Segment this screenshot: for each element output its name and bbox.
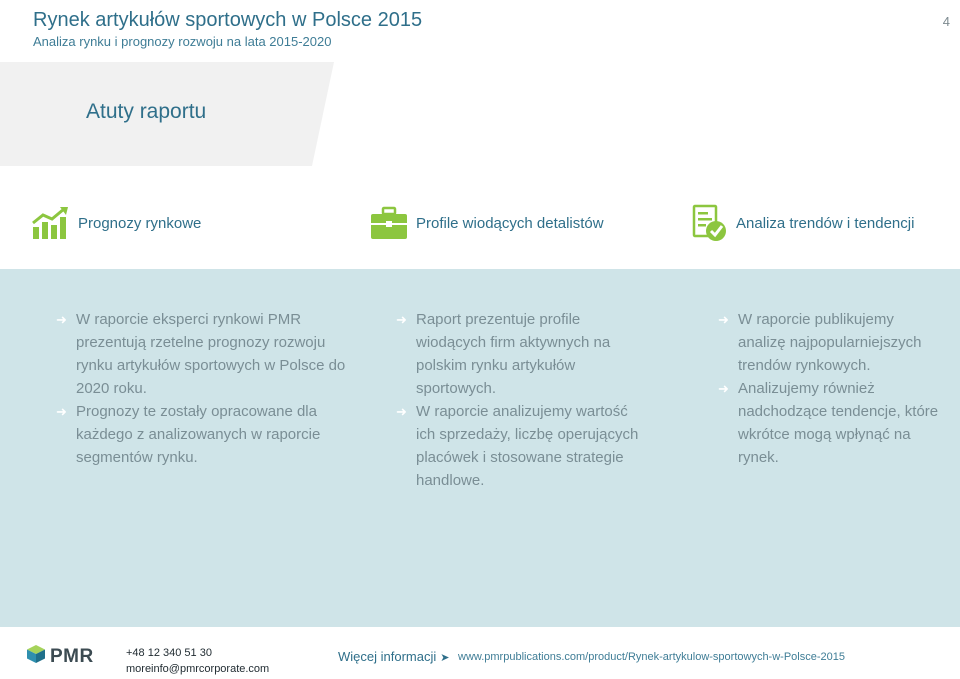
email-link[interactable]: moreinfo@pmrcorporate.com [126, 661, 269, 677]
list-item: ➜ Analizujemy również nadchodzące tenden… [718, 377, 943, 469]
report-subtitle: Analiza rynku i prognozy rozwoju na lata… [33, 34, 332, 49]
column-trends: ➜ W raporcie publikujemy analizę najpopu… [718, 308, 943, 469]
section-title: Atuty raportu [86, 100, 207, 123]
list-item: ➜ Raport prezentuje profile wiodących fi… [396, 308, 646, 400]
product-url-link[interactable]: www.pmrpublications.com/product/Rynek-ar… [458, 651, 845, 663]
document-check-icon [692, 204, 728, 242]
pmr-logo: PMR [26, 644, 94, 669]
feature-label: Analiza trendów i tendencji [736, 214, 915, 232]
page-number: 4 [942, 14, 950, 29]
column-forecasts: ➜ W raporcie eksperci rynkowi PMR prezen… [56, 308, 356, 469]
column-retailers: ➜ Raport prezentuje profile wiodących fi… [396, 308, 646, 492]
chevron-right-icon: ➤ [440, 652, 450, 664]
list-item: ➜ W raporcie analizujemy wartość ich spr… [396, 400, 646, 492]
list-item: ➜ W raporcie eksperci rynkowi PMR prezen… [56, 308, 356, 400]
feature-retailers: Profile wiodących detalistów [370, 203, 604, 243]
phone-number: +48 12 340 51 30 [126, 647, 212, 659]
feature-forecasts: Prognozy rynkowe [30, 203, 201, 243]
feature-label: Prognozy rynkowe [78, 214, 202, 232]
arrow-right-icon: ➜ [56, 404, 67, 419]
feature-trends: Analiza trendów i tendencji [692, 203, 914, 243]
arrow-right-icon: ➜ [718, 381, 729, 396]
arrow-right-icon: ➜ [396, 312, 407, 327]
feature-label: Profile wiodących detalistów [416, 214, 604, 232]
section-band-cutout [312, 62, 960, 166]
chart-growth-icon [30, 205, 70, 241]
more-info-link[interactable]: Więcej informacji ➤ [338, 649, 449, 664]
list-item: ➜ W raporcie publikujemy analizę najpopu… [718, 308, 943, 377]
report-title: Rynek artykułów sportowych w Polsce 2015 [33, 9, 423, 31]
contact-info: +48 12 340 51 30 moreinfo@pmrcorporate.c… [126, 645, 269, 677]
header: Rynek artykułów sportowych w Polsce 2015… [0, 0, 960, 58]
arrow-right-icon: ➜ [56, 312, 67, 327]
arrow-right-icon: ➜ [718, 312, 729, 327]
arrow-right-icon: ➜ [396, 404, 407, 419]
briefcase-icon [370, 205, 408, 241]
cube-icon [26, 644, 46, 669]
list-item: ➜ Prognozy te zostały opracowane dla każ… [56, 400, 356, 469]
